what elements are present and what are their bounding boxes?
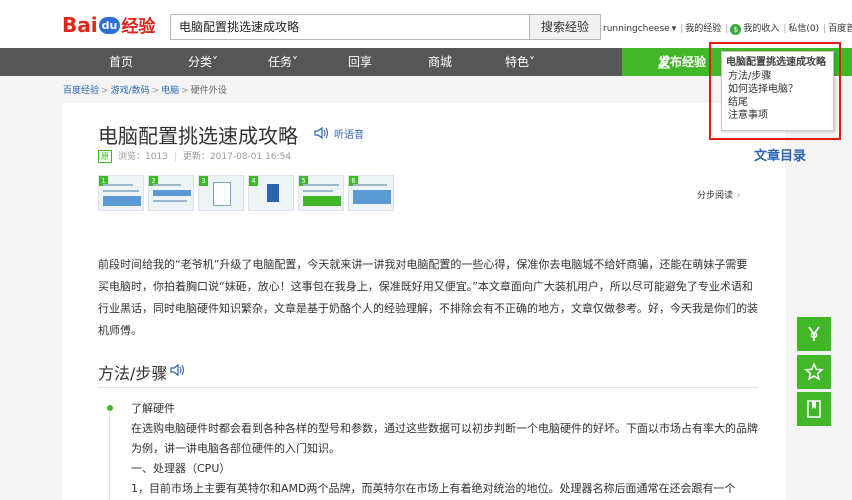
article-title: 电脑配置挑选速成攻略 xyxy=(98,124,298,148)
view-count: 浏览：1013 xyxy=(118,152,168,162)
divider: | xyxy=(173,152,177,162)
thumb-line xyxy=(103,190,139,192)
toc-toggle[interactable]: 文章目录 xyxy=(754,145,806,164)
thumb-block xyxy=(213,182,231,206)
baidu-home-link[interactable]: 百度首页 xyxy=(828,24,852,34)
step-thumbnails: 1 2 3 4 5 6 xyxy=(98,175,394,211)
user-bar: runningcheese▾|我的经验|$我的收入|私信(0)|百度首页 xyxy=(603,21,852,35)
step-timeline xyxy=(109,412,110,500)
thumb-line xyxy=(303,190,333,192)
speaker-icon[interactable] xyxy=(314,125,330,140)
breadcrumb: 百度经验 > 游戏/数码 > 电脑 > 硬件外设 xyxy=(63,83,227,96)
chevron-right-icon: > xyxy=(151,86,160,96)
section-divider xyxy=(98,387,758,388)
step-thumbnail[interactable]: 6 xyxy=(348,175,394,211)
section-title: 方法/步骤 xyxy=(98,364,168,383)
username-link[interactable]: runningcheese xyxy=(603,24,670,34)
thumb-line xyxy=(353,184,387,186)
thumb-block xyxy=(153,190,191,196)
thumb-number: 4 xyxy=(249,176,258,186)
divider: | xyxy=(725,24,729,34)
chevron-right-icon: › xyxy=(737,191,741,201)
listen-link[interactable]: 听语音 xyxy=(334,126,364,141)
nav-item-share[interactable]: 回享 xyxy=(320,48,400,76)
chevron-right-icon: > xyxy=(181,86,189,96)
top-header: Bai du 经验 电脑配置挑选速成攻略 搜索经验 runningcheese ▾ | 我… xyxy=(0,0,852,48)
step-bullet xyxy=(107,405,113,411)
chevron-down-icon: ˅ xyxy=(529,55,535,69)
breadcrumb-item[interactable]: 百度经验 xyxy=(63,86,99,96)
share-button[interactable] xyxy=(797,317,831,351)
step-paragraph: 1，目前市场上主要有英特尔和AMD两个品牌，而英特尔在市场上有着绝对统治的地位。… xyxy=(131,482,736,495)
star-icon xyxy=(804,362,824,381)
nav-label: 任务 xyxy=(267,55,292,69)
step-paragraph: 在选购电脑硬件时都会看到各种各样的型号和参数，通过这些数据可以初步判断一个电脑硬… xyxy=(131,422,758,455)
nav-label: 首页 xyxy=(108,55,133,69)
share-icon xyxy=(808,326,820,341)
divider: | xyxy=(823,24,827,34)
message-link[interactable]: 私信(0) xyxy=(788,24,819,34)
bookmark-button[interactable] xyxy=(797,392,831,426)
thumb-number: 3 xyxy=(199,176,208,186)
step-thumbnail[interactable]: 1 xyxy=(98,175,144,211)
nav-item-task[interactable]: 任务˅ xyxy=(243,48,323,76)
divider: | xyxy=(680,24,684,34)
my-income-link[interactable]: 我的收入 xyxy=(743,24,779,34)
speaker-icon[interactable] xyxy=(170,362,190,377)
nav-label: 商城 xyxy=(427,55,452,69)
highlight-box xyxy=(709,42,841,140)
step-thumbnail[interactable]: 2 xyxy=(148,175,194,211)
nav-item-featured[interactable]: 特色˅ xyxy=(480,48,560,76)
coin-icon: $ xyxy=(730,24,742,35)
nav-label: 特色 xyxy=(504,55,529,69)
article-intro: 前段时间给我的“老爷机”升级了电脑配置，今天就来讲一讲我对电脑配置的一些心得，保… xyxy=(98,258,758,337)
baidu-jingyan-logo[interactable]: Bai du 经验 xyxy=(62,12,155,38)
thumb-block xyxy=(353,190,391,204)
divider: | xyxy=(783,24,787,34)
step-thumbnail[interactable]: 3 xyxy=(198,175,244,211)
nav-label: 分类 xyxy=(187,55,212,69)
nav-item-category[interactable]: 分类˅ xyxy=(163,48,243,76)
nav-item-home[interactable]: 首页 xyxy=(81,48,161,76)
logo-jingyan-text: 经验 xyxy=(121,17,156,37)
pen-icon xyxy=(658,55,670,69)
breadcrumb-item[interactable]: 电脑 xyxy=(161,86,179,96)
breadcrumb-item[interactable]: 游戏/数码 xyxy=(111,86,150,96)
step-content: 了解硬件 在选购电脑硬件时都会看到各种各样的型号和参数，通过这些数据可以初步判断… xyxy=(131,399,759,499)
step-read-link[interactable]: 分步阅读 › xyxy=(697,188,741,201)
search-button[interactable]: 搜索经验 xyxy=(529,14,601,40)
search-input[interactable]: 电脑配置挑选速成攻略 xyxy=(170,14,530,40)
update-time: 更新：2017-08-01 16:54 xyxy=(182,152,292,162)
step-thumbnail[interactable]: 4 xyxy=(248,175,294,211)
logo-bai-text: Bai xyxy=(62,13,98,37)
thumb-line xyxy=(153,184,181,186)
step-thumbnail[interactable]: 5 xyxy=(298,175,344,211)
bookmark-icon xyxy=(807,400,821,418)
nav-label: 回享 xyxy=(347,55,372,69)
favorite-button[interactable] xyxy=(797,355,831,389)
my-jingyan-link[interactable]: 我的经验 xyxy=(685,24,721,34)
chevron-right-icon: > xyxy=(101,86,109,96)
breadcrumb-item[interactable]: 硬件外设 xyxy=(191,86,227,96)
chevron-down-icon: ˅ xyxy=(212,55,218,69)
step-read-label: 分步阅读 xyxy=(697,191,734,201)
thumb-block xyxy=(103,196,141,206)
nav-item-mall[interactable]: 商城 xyxy=(400,48,480,76)
step-heading: 了解硬件 xyxy=(131,402,175,415)
thumb-line xyxy=(303,184,339,186)
step-paragraph: 一、处理器（CPU） xyxy=(131,462,231,475)
thumb-block xyxy=(303,196,341,206)
thumb-line xyxy=(153,200,187,202)
thumb-block xyxy=(267,184,279,202)
article-meta: 原浏览：1013 | 更新：2017-08-01 16:54 xyxy=(98,149,291,163)
chevron-down-icon[interactable]: ▾ xyxy=(672,24,677,34)
logo-du-paw: du xyxy=(98,17,121,34)
chevron-down-icon: ˅ xyxy=(292,55,298,69)
original-badge: 原 xyxy=(98,150,112,163)
thumb-line xyxy=(103,184,133,186)
